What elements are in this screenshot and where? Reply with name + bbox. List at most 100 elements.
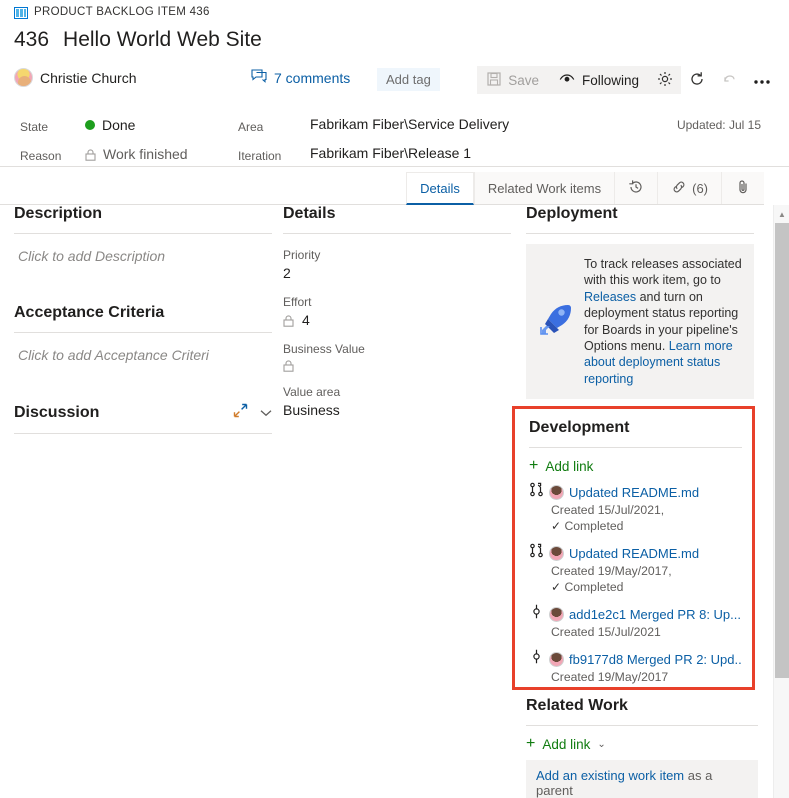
detail-field-priority: Priority 2 [283,248,511,281]
link-row[interactable]: fb9177d8 Merged PR 2: Upd... [529,649,742,669]
iteration-label: Iteration [238,149,282,163]
development-link-title[interactable]: add1e2c1 Merged PR 8: Up... [569,607,741,622]
state-label: State [20,120,49,134]
tab-details-label: Details [420,180,460,196]
vertical-scrollbar[interactable]: ▲ [773,205,789,798]
plus-icon: + [526,735,536,752]
development-link-title[interactable]: Updated README.md [569,546,699,561]
detail-field-business-value: Business Value [283,342,511,372]
comments-link[interactable]: 7 comments [251,69,350,86]
deployment-text-part-1: To track releases associated with this w… [584,257,742,288]
expand-diagonal-icon[interactable] [233,403,248,423]
related-work-add-link-label: Add link [542,736,591,752]
history-clock-icon [628,179,644,198]
backlog-board-icon [14,6,28,19]
command-bar: Save Following [477,66,779,94]
state-dot-icon [85,120,95,130]
lock-icon [283,314,294,327]
settings-button[interactable] [649,66,681,94]
releases-link[interactable]: Releases [584,290,636,304]
link-row[interactable]: Updated README.md [529,543,742,563]
lock-icon [283,359,294,372]
area-label: Area [238,120,264,134]
add-tag-button[interactable]: Add tag [377,68,440,91]
list-item: Updated README.md Created 15/Jul/2021, ✓… [529,482,742,534]
discussion-heading: Discussion [14,404,100,421]
state-value[interactable]: Done [85,117,135,133]
deployment-heading: Deployment [526,205,754,234]
tab-details[interactable]: Details [406,172,474,205]
work-item-id: 436 [14,28,50,51]
save-label: Save [508,72,539,88]
assigned-to[interactable]: Christie Church [14,68,136,87]
lock-icon [85,148,96,161]
priority-value[interactable]: 2 [283,265,511,281]
updated-timestamp: Updated: Jul 15 [676,118,761,132]
description-placeholder[interactable]: Click to add Description [14,244,272,264]
work-item-type-row: PRODUCT BACKLOG ITEM 436 [14,6,210,19]
description-heading: Description [14,205,272,234]
tab-history[interactable] [614,172,658,204]
scroll-up-arrow-icon[interactable]: ▲ [774,207,789,221]
reason-value-text: Work finished [103,146,188,162]
follow-button[interactable]: Following [548,66,649,94]
pull-request-icon [529,543,544,563]
save-disk-icon [487,71,501,89]
following-eye-icon [559,73,575,88]
development-section-highlight: Development + Add link Updated README.md… [512,406,755,690]
related-work-section: Related Work + Add link ⌄ Add an existin… [526,697,758,798]
link-row[interactable]: add1e2c1 Merged PR 8: Up... [529,604,742,624]
avatar [549,651,564,667]
related-work-empty-action: Add an existing work item as a parent [526,760,758,798]
development-link-created: Created 15/Jul/2021 [551,625,661,639]
undo-button[interactable] [713,66,745,94]
effort-value-row: 4 [283,312,511,328]
gear-icon [657,71,673,90]
development-link-title[interactable]: fb9177d8 Merged PR 2: Upd... [569,652,742,667]
discussion-heading-row: Discussion [14,403,272,434]
link-chain-icon [671,179,687,198]
more-ellipsis-icon [753,73,771,88]
undo-icon [721,71,737,90]
description-column: Description Click to add Description Acc… [14,205,272,444]
link-row[interactable]: Updated README.md [529,482,742,502]
tab-related-work-items[interactable]: Related Work items [473,172,615,204]
development-link-status-row: ✓ Completed [551,518,742,534]
more-actions-button[interactable] [745,66,779,94]
business-value-label: Business Value [283,342,365,356]
detail-field-effort: Effort 4 [283,295,511,328]
tab-attachments[interactable] [721,172,764,204]
development-link-created: Created 19/May/2017 [551,670,669,684]
commit-icon [529,649,544,669]
chevron-down-icon[interactable] [260,404,272,422]
work-item-meta-row: Christie Church 7 comments Add tag Save … [14,66,783,96]
avatar [549,545,564,561]
tab-links[interactable]: (6) [657,172,721,204]
scrollbar-thumb[interactable] [775,223,789,678]
acceptance-criteria-placeholder[interactable]: Click to add Acceptance Criteri [14,343,272,363]
related-work-add-link-button[interactable]: + Add link ⌄ [526,736,758,752]
details-column: Details Priority 2 Effort 4 Business Val… [283,205,511,418]
save-button[interactable]: Save [477,66,549,94]
plus-icon: + [529,457,539,474]
deployment-empty-card: To track releases associated with this w… [526,244,754,400]
refresh-button[interactable] [681,66,713,94]
development-heading: Development [529,419,742,448]
checkmark-icon: ✓ [551,519,562,533]
development-link-status-row: ✓ Completed [551,579,742,595]
iteration-value[interactable]: Fabrikam Fiber\Release 1 [310,145,471,161]
development-add-link-button[interactable]: + Add link [529,458,742,474]
business-value-row [283,359,511,372]
avatar [549,484,564,500]
area-value[interactable]: Fabrikam Fiber\Service Delivery [310,116,509,132]
add-existing-work-item-link[interactable]: Add an existing work item [536,768,684,783]
development-link-title[interactable]: Updated README.md [569,485,699,500]
rocket-deploy-icon [536,300,574,343]
assigned-to-name: Christie Church [40,69,137,86]
development-link-status: Completed [564,580,624,594]
work-item-title[interactable]: Hello World Web Site [63,28,262,52]
chevron-down-icon[interactable]: ⌄ [597,739,605,750]
value-area-value[interactable]: Business [283,402,511,418]
description-section: Description Click to add Description [14,205,272,264]
acceptance-criteria-section: Acceptance Criteria Click to add Accepta… [14,304,272,363]
